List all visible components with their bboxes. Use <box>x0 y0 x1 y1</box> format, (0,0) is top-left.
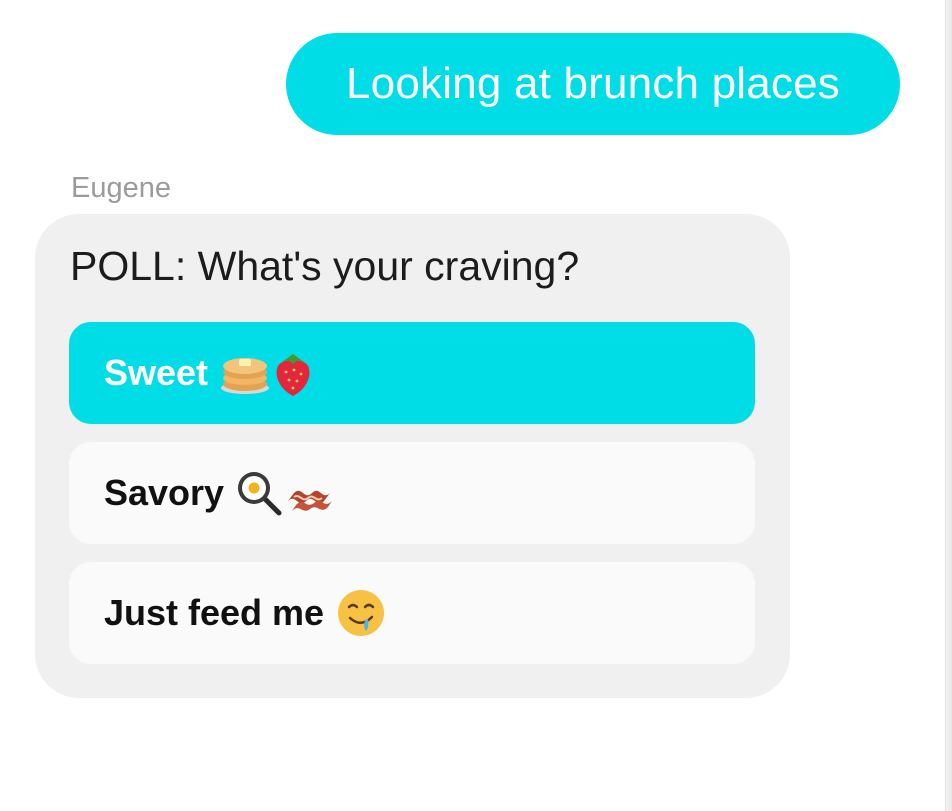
pancakes-icon <box>220 351 270 395</box>
window-edge <box>945 0 952 811</box>
poll-option-savory[interactable]: Savory <box>69 442 755 544</box>
poll-option-label: Sweet <box>104 352 209 393</box>
poll-question: POLL: What's your craving? <box>70 243 580 289</box>
frying-pan-egg-icon <box>236 470 282 516</box>
sender-name: Eugene <box>71 172 171 204</box>
outgoing-message-text: Looking at brunch places <box>345 59 841 108</box>
poll-option-label: Just feed me <box>104 592 325 633</box>
drooling-face-icon <box>336 588 386 638</box>
bacon-icon <box>284 471 334 515</box>
poll-option-sweet[interactable]: Sweet <box>69 322 755 424</box>
poll-option-label: Savory <box>104 472 225 513</box>
poll-option-just-feed-me[interactable]: Just feed me <box>69 562 755 664</box>
outgoing-message-bubble: Looking at brunch places <box>286 33 900 135</box>
strawberry-icon <box>272 348 314 398</box>
